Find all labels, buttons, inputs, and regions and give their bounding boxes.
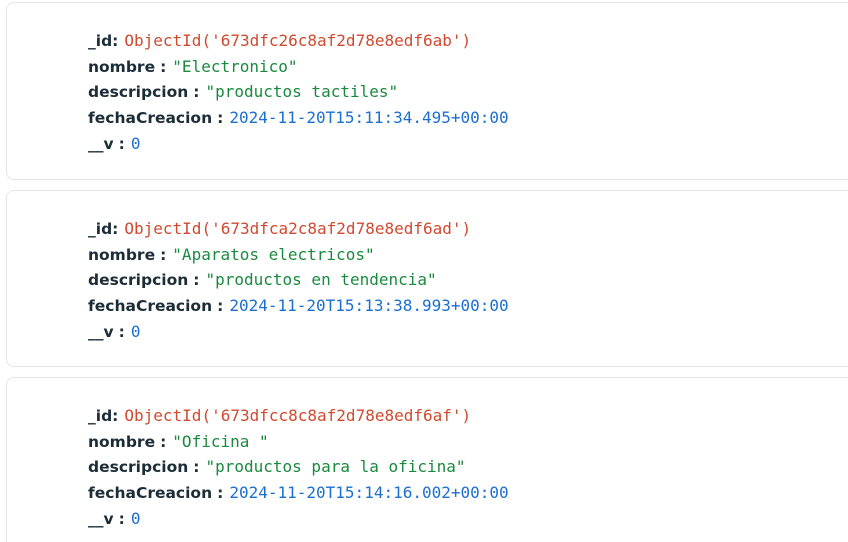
field-key: descripcion xyxy=(88,83,189,101)
field-key: __v xyxy=(88,510,114,528)
field-separator: : xyxy=(217,484,224,502)
field-fechaCreacion: fechaCreacion:2024-11-20T15:14:16.002+00… xyxy=(88,483,509,503)
field-id: _id: ObjectId('673dfcc8c8af2d78e8edf6af') xyxy=(88,406,471,426)
field-key: __v xyxy=(88,323,114,341)
field-separator: : xyxy=(118,510,125,528)
field-separator: : xyxy=(193,271,200,289)
field-value[interactable]: 0 xyxy=(131,322,141,341)
field-key: _id xyxy=(88,32,113,50)
field-separator: : xyxy=(160,433,167,451)
field-separator: : xyxy=(112,407,119,425)
field-key: _id xyxy=(88,220,113,238)
field-value[interactable]: "Electronico" xyxy=(172,57,297,76)
field-key: descripcion xyxy=(88,271,189,289)
field-value[interactable]: ObjectId('673dfcc8c8af2d78e8edf6af') xyxy=(124,406,471,425)
field-v: __v:0 xyxy=(88,322,140,342)
field-separator: : xyxy=(112,220,119,238)
field-separator: : xyxy=(160,246,167,264)
field-id: _id: ObjectId('673dfc26c8af2d78e8edf6ab') xyxy=(88,31,471,51)
field-v: __v:0 xyxy=(88,134,140,154)
field-descripcion: descripcion: "productos tactiles" xyxy=(88,82,398,102)
field-value[interactable]: "productos tactiles" xyxy=(205,82,398,101)
document-card[interactable]: _id: ObjectId('673dfc26c8af2d78e8edf6ab')… xyxy=(6,2,848,180)
field-value[interactable]: "Aparatos electricos" xyxy=(172,245,374,264)
document-card[interactable]: _id: ObjectId('673dfcc8c8af2d78e8edf6af')… xyxy=(6,377,848,542)
field-key: fechaCreacion xyxy=(88,109,213,127)
field-value[interactable]: ObjectId('673dfca2c8af2d78e8edf6ad') xyxy=(124,219,471,238)
document-card[interactable]: _id: ObjectId('673dfca2c8af2d78e8edf6ad')… xyxy=(6,190,848,367)
field-value[interactable]: 2024-11-20T15:11:34.495+00:00 xyxy=(229,108,508,127)
field-value[interactable]: "Oficina " xyxy=(172,432,268,451)
field-value[interactable]: 0 xyxy=(131,509,141,528)
field-value[interactable]: 2024-11-20T15:14:16.002+00:00 xyxy=(229,483,508,502)
field-nombre: nombre: "Oficina " xyxy=(88,432,269,452)
field-key: fechaCreacion xyxy=(88,297,213,315)
field-descripcion: descripcion: "productos en tendencia" xyxy=(88,270,437,290)
field-value[interactable]: ObjectId('673dfc26c8af2d78e8edf6ab') xyxy=(124,31,471,50)
field-descripcion: descripcion: "productos para la oficina" xyxy=(88,457,466,477)
field-value[interactable]: "productos en tendencia" xyxy=(205,270,436,289)
field-key: nombre xyxy=(88,433,156,451)
field-key: fechaCreacion xyxy=(88,484,213,502)
field-key: _id xyxy=(88,407,113,425)
field-key: __v xyxy=(88,135,114,153)
field-key: descripcion xyxy=(88,458,189,476)
field-separator: : xyxy=(118,135,125,153)
field-separator: : xyxy=(217,109,224,127)
field-id: _id: ObjectId('673dfca2c8af2d78e8edf6ad') xyxy=(88,219,471,239)
field-key: nombre xyxy=(88,58,156,76)
field-fechaCreacion: fechaCreacion:2024-11-20T15:13:38.993+00… xyxy=(88,296,509,316)
field-separator: : xyxy=(193,83,200,101)
document-list: _id: ObjectId('673dfc26c8af2d78e8edf6ab')… xyxy=(0,0,848,542)
field-separator: : xyxy=(118,323,125,341)
field-separator: : xyxy=(217,297,224,315)
field-nombre: nombre: "Aparatos electricos" xyxy=(88,245,375,265)
field-separator: : xyxy=(160,58,167,76)
field-fechaCreacion: fechaCreacion:2024-11-20T15:11:34.495+00… xyxy=(88,108,509,128)
field-key: nombre xyxy=(88,246,156,264)
field-value[interactable]: "productos para la oficina" xyxy=(205,457,465,476)
field-v: __v:0 xyxy=(88,509,140,529)
field-separator: : xyxy=(193,458,200,476)
field-value[interactable]: 0 xyxy=(131,134,141,153)
field-separator: : xyxy=(112,32,119,50)
field-nombre: nombre: "Electronico" xyxy=(88,57,298,77)
field-value[interactable]: 2024-11-20T15:13:38.993+00:00 xyxy=(229,296,508,315)
